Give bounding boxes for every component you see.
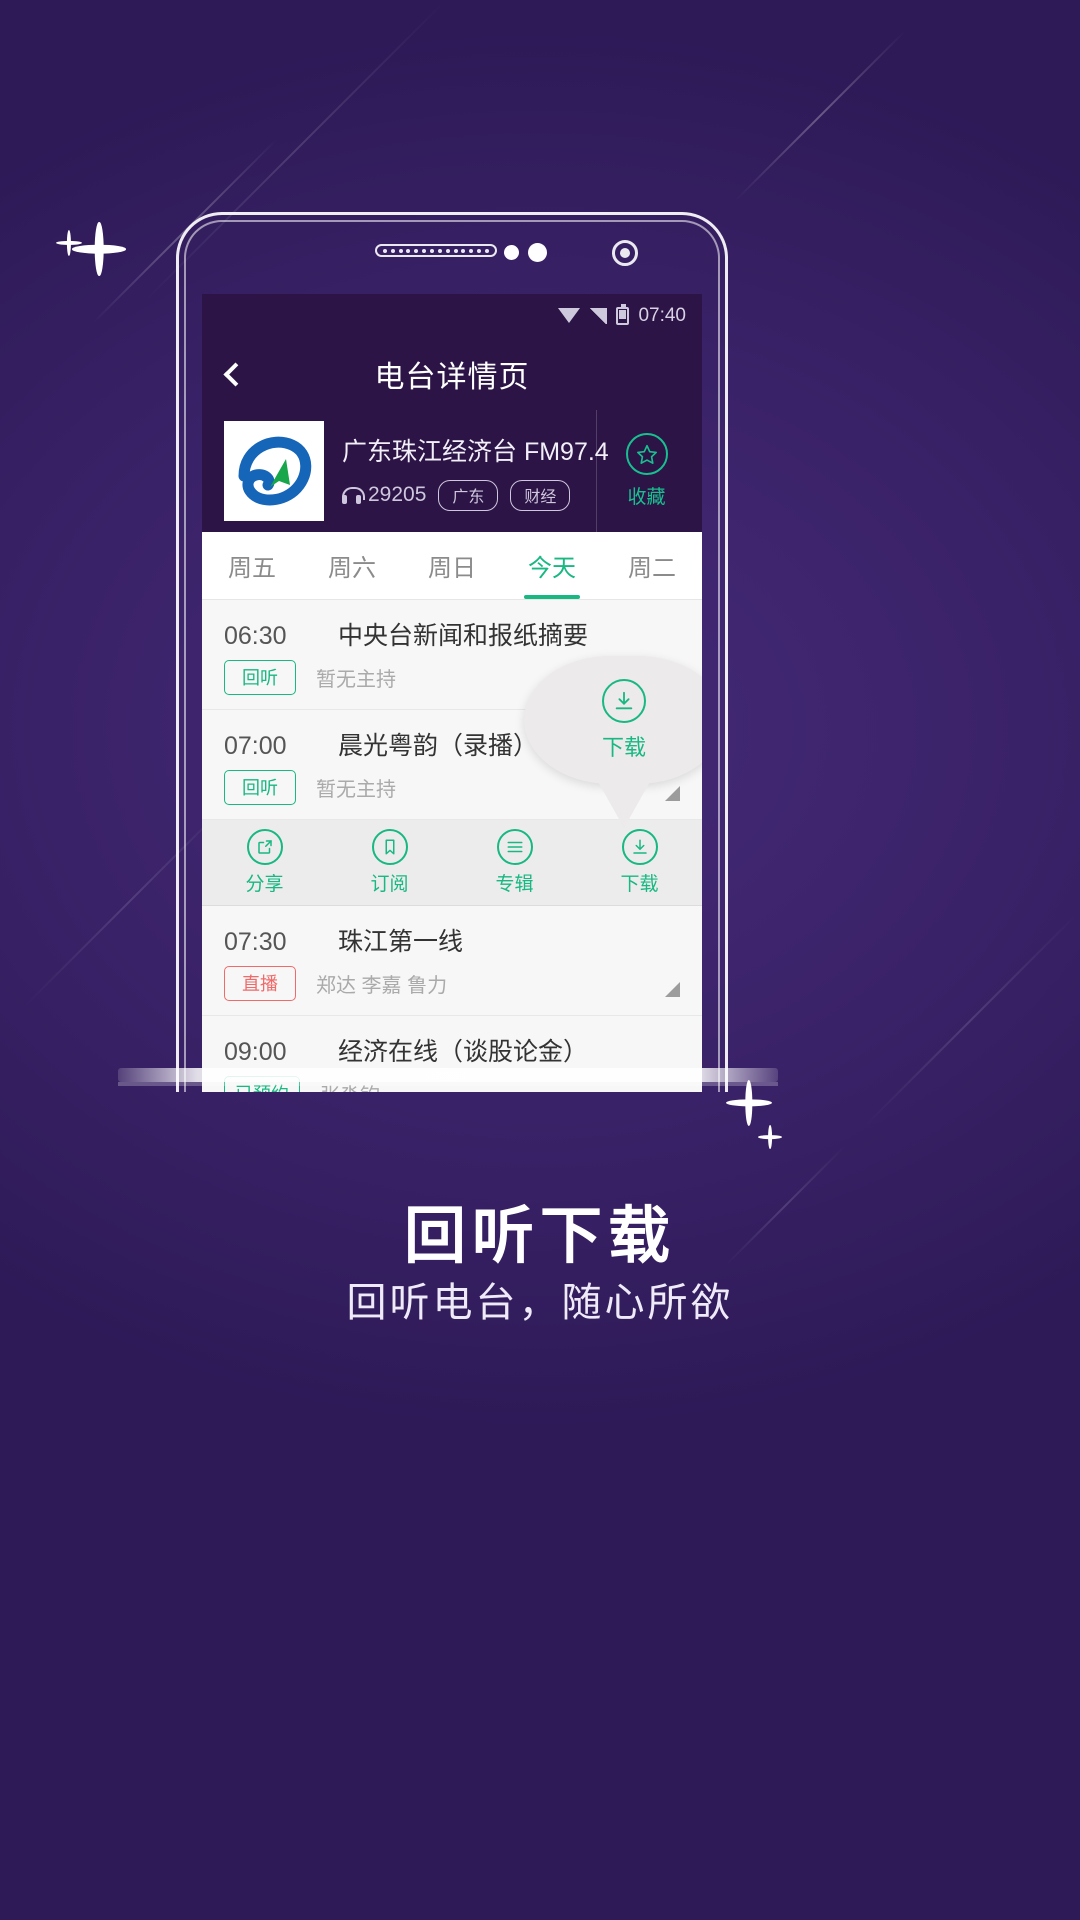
footer-headline: 回听下载 [403,1202,676,1271]
program-name: 中央台新闻和报纸摘要 [338,622,589,650]
day-tab-fri[interactable]: 周五 [202,532,302,599]
status-bar: 07:40 [202,294,702,338]
sensor-dot [504,245,519,260]
wifi-icon [558,308,581,324]
station-tag-category[interactable]: 财经 [510,479,571,511]
station-info: 广东珠江经济台 FM97.4 29205 广东 财经 [324,432,609,511]
station-card: 广东珠江经济台 FM97.4 29205 广东 财经 收藏 [202,410,702,532]
program-name: 珠江第一线 [338,928,464,956]
program-host: 郑达 李嘉 鲁力 [316,975,448,997]
expand-corner-icon [665,786,680,801]
album-button[interactable]: 专辑 [452,820,577,905]
program-time: 07:00 [224,732,287,760]
subscribe-button[interactable]: 订阅 [327,820,452,905]
download-tooltip-label: 下载 [601,734,646,760]
share-icon [246,829,283,865]
station-meta: 29205 广东 财经 [342,479,596,511]
subscribe-label: 订阅 [370,874,409,895]
bookmark-icon [371,829,408,865]
download-icon [621,829,658,865]
earpiece-speaker [375,244,497,257]
phone-screen: 07:40 电台详情页 广东珠江经济台 FM97.4 29205 广东 财经 收… [202,294,702,1092]
station-plays: 29205 [342,483,426,507]
share-button[interactable]: 分享 [202,820,327,905]
program-time: 07:30 [224,928,287,956]
list-icon [496,829,533,865]
program-header: 09:00 经济在线（谈股论金） [224,1032,680,1068]
station-tag-region[interactable]: 广东 [438,479,499,511]
program-badge[interactable]: 回听 [224,660,296,695]
favorite-button[interactable]: 收藏 [596,410,696,532]
battery-icon [616,304,630,325]
program-subrow: 直播 郑达 李嘉 鲁力 [224,966,680,1001]
album-label: 专辑 [495,874,534,895]
station-logo [224,421,324,521]
front-camera-icon [612,240,638,266]
page-title: 电台详情页 [374,361,530,394]
favorite-label: 收藏 [627,487,666,508]
program-time: 06:30 [224,622,287,650]
download-icon [602,678,646,723]
star-icon [625,433,668,475]
phone-base-shadow [118,1068,778,1082]
program-host: 暂无主持 [316,779,396,801]
program-time: 09:00 [224,1038,287,1066]
program-badge[interactable]: 回听 [224,770,296,805]
day-tab-today[interactable]: 今天 [502,532,602,599]
program-row[interactable]: 07:30 珠江第一线 直播 郑达 李嘉 鲁力 [202,906,702,1016]
program-list-bottom: 07:30 珠江第一线 直播 郑达 李嘉 鲁力 09:00 经济在线（谈股论金）… [202,906,702,1092]
day-tab-sat[interactable]: 周六 [302,532,402,599]
app-title-bar: 电台详情页 [202,338,702,410]
status-bar-time: 07:40 [638,305,686,326]
station-plays-count: 29205 [368,483,427,506]
phone-mockup: 07:40 电台详情页 广东珠江经济台 FM97.4 29205 广东 财经 收… [176,212,728,1092]
program-name: 经济在线（谈股论金） [338,1038,589,1066]
phone-base-shadow-2 [118,1082,778,1086]
sensor-dot [528,243,547,262]
day-tab-sun[interactable]: 周日 [402,532,502,599]
sparkle-icon [56,230,82,256]
program-host: 暂无主持 [316,669,396,691]
download-tooltip: 下载 [524,656,702,784]
share-label: 分享 [245,874,284,895]
footer-subline: 回听电台，随心所欲 [346,1281,734,1325]
sparkle-icon [758,1125,782,1149]
day-tab-tue[interactable]: 周二 [602,532,702,599]
action-bar: 分享 订阅 专辑 下载 [202,820,702,906]
signal-icon [589,308,608,324]
sparkle-icon [726,1080,772,1126]
program-name: 晨光粤韵（录播） [338,732,539,760]
program-badge[interactable]: 直播 [224,966,296,1001]
expand-corner-icon [665,982,680,997]
download-button[interactable]: 下载 [577,820,702,905]
program-header: 06:30 中央台新闻和报纸摘要 [224,616,680,652]
day-tab-bar: 周五 周六 周日 今天 周二 [202,532,702,600]
program-header: 07:30 珠江第一线 [224,922,680,958]
station-name: 广东珠江经济台 FM97.4 [342,437,609,466]
headphone-icon [342,486,365,504]
download-label: 下载 [620,874,659,895]
